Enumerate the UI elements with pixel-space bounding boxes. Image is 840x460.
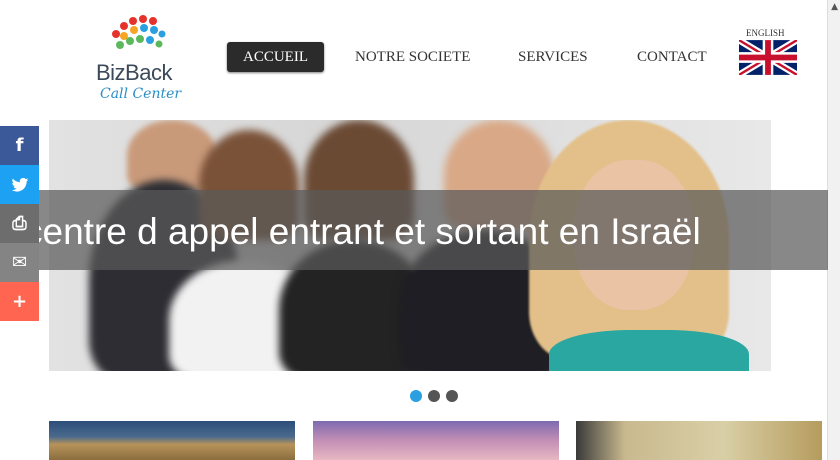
logo-name: BizBack [96,60,172,85]
more-icon: + [11,291,28,312]
slider-dot-1[interactable] [410,390,422,402]
facebook-share-button[interactable]: f [0,126,39,165]
page-scrollbar[interactable]: ▲ [827,0,840,460]
email-share-button[interactable]: ✉ [0,243,39,282]
share-bar: f ⎙ ✉ + [0,126,39,321]
hero-caption: centre d appel entrant et sortant en Isr… [24,211,701,252]
thumbnail-eiffel[interactable] [313,421,559,460]
thumbnail-castle[interactable] [49,421,295,460]
uk-flag-icon[interactable] [739,40,797,75]
twitter-share-button[interactable] [0,165,39,204]
facebook-icon: f [15,135,24,156]
logo-dots-icon [112,15,166,49]
nav-item-accueil[interactable]: ACCUEIL [227,42,324,72]
more-share-button[interactable]: + [0,282,39,321]
nav-item-notre-societe[interactable]: NOTRE SOCIETE [355,42,470,72]
language-label[interactable]: ENGLISH [746,28,785,38]
print-icon: ⎙ [12,213,27,234]
slider-dot-2[interactable] [428,390,440,402]
print-share-button[interactable]: ⎙ [0,204,39,243]
nav-item-contact[interactable]: CONTACT [637,42,707,72]
nav-item-services[interactable]: SERVICES [518,42,588,72]
logo[interactable]: BizBack Call Center [92,12,192,104]
slider-dot-3[interactable] [446,390,458,402]
thumbnail-money[interactable] [576,421,822,460]
email-icon: ✉ [11,252,28,273]
twitter-icon [11,174,29,195]
logo-tagline: Call Center [100,86,182,102]
scroll-up-icon[interactable]: ▲ [831,2,838,12]
